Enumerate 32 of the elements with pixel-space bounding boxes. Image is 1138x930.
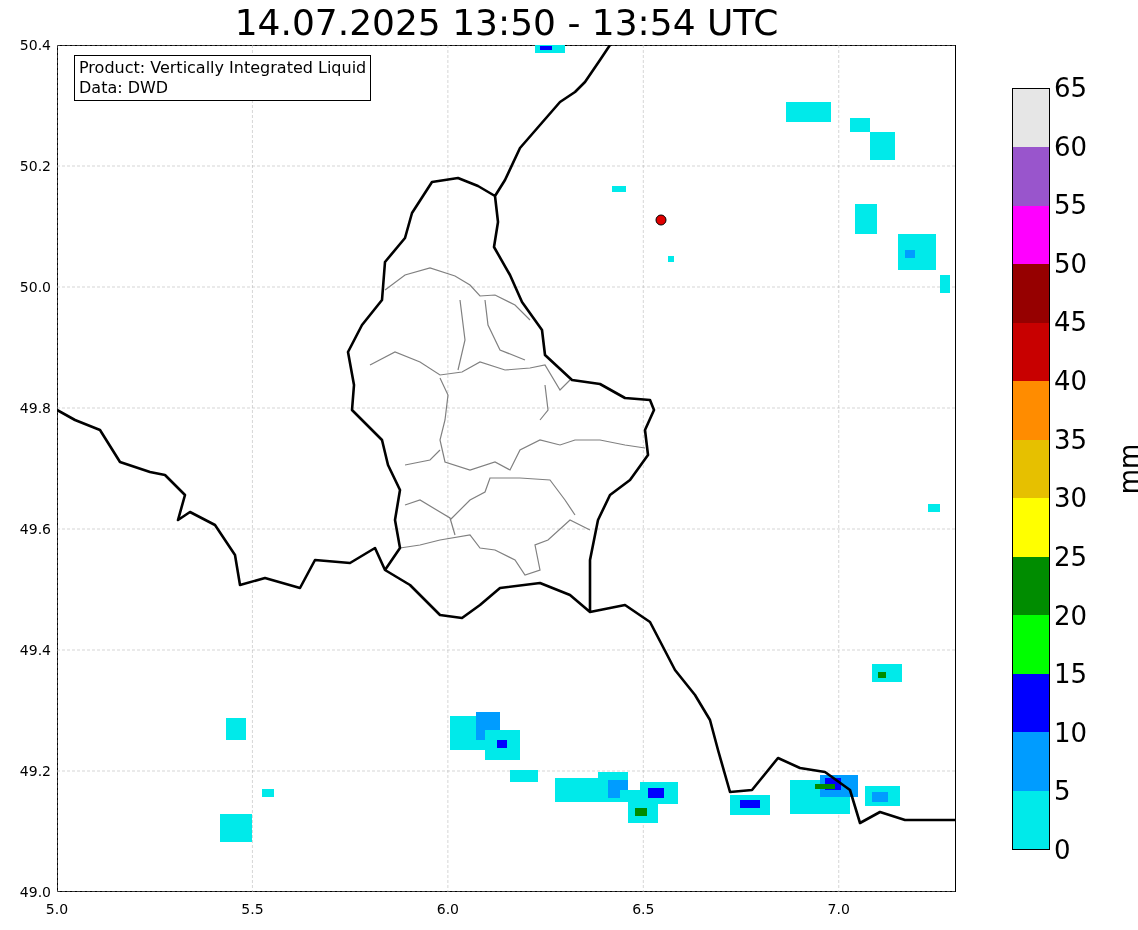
axis-tick-label: 5.0 bbox=[45, 901, 69, 917]
axis-tick-label: 5.5 bbox=[241, 901, 264, 917]
axis-tick-label: 49.6 bbox=[19, 521, 51, 537]
axis-tick-label: 6.5 bbox=[632, 901, 655, 917]
colorbar-tick-label: 55 bbox=[1054, 192, 1088, 219]
colorbar-tick-label: 5 bbox=[1054, 778, 1071, 805]
axis-tick-label: 6.0 bbox=[436, 901, 459, 917]
chart-title: 14.07.2025 13:50 - 13:54 UTC bbox=[233, 1, 780, 45]
axis-tick-label: 7.0 bbox=[827, 901, 850, 917]
axis-tick-label: 49.4 bbox=[19, 642, 51, 658]
info-text: Data: DWD bbox=[79, 78, 170, 98]
axis-tick-label: 49.2 bbox=[19, 763, 51, 779]
colorbar-tick-label: 25 bbox=[1054, 543, 1088, 570]
colorbar-tick-label: 45 bbox=[1054, 309, 1088, 336]
axis-tick-label: 50.0 bbox=[19, 279, 51, 295]
info-text: Product: Vertically Integrated Liquid bbox=[79, 58, 367, 78]
colorbar-tick-label: 0 bbox=[1054, 837, 1071, 863]
axis-tick-label: 50.4 bbox=[19, 37, 51, 53]
colorbar-label: mm bbox=[1114, 443, 1138, 495]
axis-tick-label: 50.2 bbox=[19, 158, 51, 174]
colorbar-tick-label: 60 bbox=[1054, 133, 1088, 160]
colorbar-tick-label: 20 bbox=[1054, 602, 1088, 629]
location-marker-icon bbox=[655, 214, 667, 226]
axis-tick-label: 49.8 bbox=[19, 400, 51, 416]
colorbar-tick-label: 10 bbox=[1054, 719, 1088, 746]
colorbar-tick-label: 35 bbox=[1054, 426, 1088, 453]
colorbar-tick-label: 15 bbox=[1054, 661, 1088, 688]
colorbar-tick-label: 50 bbox=[1054, 250, 1088, 277]
colorbar-tick-label: 40 bbox=[1054, 368, 1088, 395]
axis-tick-label: 49.0 bbox=[19, 884, 51, 900]
colorbar-tick-label: 30 bbox=[1054, 485, 1088, 512]
colorbar-tick-label: 65 bbox=[1054, 75, 1088, 101]
